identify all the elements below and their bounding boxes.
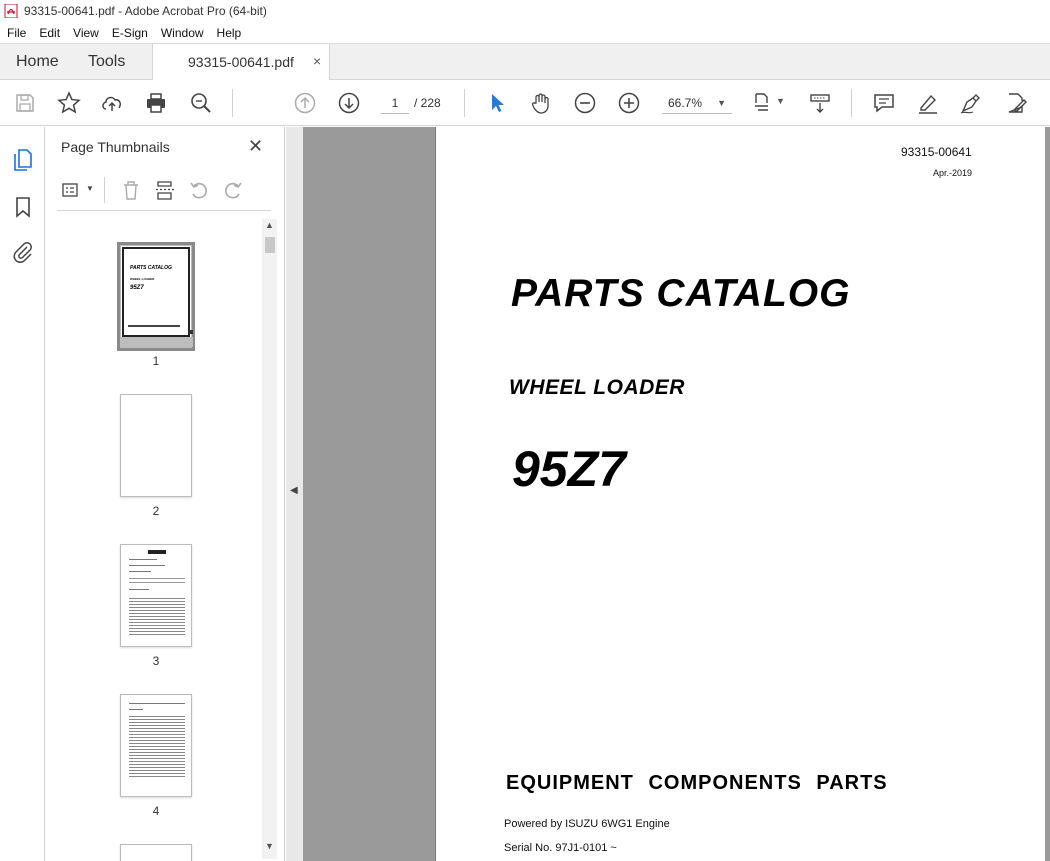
- menu-file[interactable]: File: [0, 26, 32, 40]
- attachment-paperclip-icon[interactable]: [11, 240, 35, 264]
- document-id: 93315-00641: [901, 145, 972, 159]
- chevron-down-icon[interactable]: ▼: [776, 96, 785, 106]
- zoom-search-icon[interactable]: [189, 91, 213, 115]
- next-page-icon[interactable]: [337, 91, 361, 115]
- tab-tools[interactable]: Tools: [88, 53, 125, 71]
- extract-pages-icon[interactable]: [154, 179, 176, 201]
- panel-collapse-handle[interactable]: ◀: [286, 127, 303, 861]
- document-page: 93315-00641 Apr.-2019 PARTS CATALOG WHEE…: [435, 127, 1045, 861]
- page-thumbnails-panel: Page Thumbnails ✕ ▼ PARTS CATALOG WHEEL …: [45, 127, 285, 861]
- thumbnail-page-3[interactable]: [120, 544, 192, 647]
- document-subtitle: WHEEL LOADER: [509, 376, 685, 399]
- thumbnail-title-text: PARTS CATALOG: [130, 265, 172, 271]
- thumbnail-options-icon[interactable]: [61, 179, 83, 201]
- chevron-left-icon[interactable]: ◀: [290, 485, 298, 496]
- comment-icon[interactable]: [872, 91, 896, 115]
- thumbnail-label: 1: [152, 354, 160, 368]
- edit-pdf-icon[interactable]: [1004, 91, 1028, 115]
- highlight-pen-icon[interactable]: [916, 91, 940, 115]
- thumbnail-model-text: 95Z7: [130, 285, 144, 291]
- page-number-input[interactable]: 1: [381, 92, 409, 114]
- scroll-up-icon[interactable]: ▲: [265, 220, 274, 230]
- menu-edit[interactable]: Edit: [32, 26, 66, 40]
- document-model: 95Z7: [512, 441, 626, 497]
- toolbar: 1 / 228 66.7% ▼ ▼: [0, 80, 1050, 126]
- print-icon[interactable]: [144, 91, 168, 115]
- fit-page-icon[interactable]: [752, 91, 776, 115]
- select-arrow-icon[interactable]: [486, 91, 510, 115]
- thumbnail-page-4[interactable]: [120, 694, 192, 797]
- toolbar-separator: [464, 89, 465, 117]
- chevron-down-icon[interactable]: ▼: [86, 184, 94, 193]
- delete-trash-icon[interactable]: [120, 179, 142, 201]
- acrobat-app-icon: [4, 4, 18, 18]
- tab-document-label: 93315-00641.pdf: [188, 54, 294, 70]
- hand-tool-icon[interactable]: [529, 91, 553, 115]
- title-bar: 93315-00641.pdf - Adobe Acrobat Pro (64-…: [0, 0, 1050, 22]
- scrollbar-thumb[interactable]: [265, 237, 275, 253]
- chevron-down-icon: ▼: [717, 98, 726, 108]
- thumbnail-label: 3: [152, 654, 160, 668]
- tab-document[interactable]: 93315-00641.pdf ×: [152, 44, 330, 81]
- tab-close-icon[interactable]: ×: [313, 53, 321, 69]
- thumbnail-page-1[interactable]: PARTS CATALOG WHEEL LOADER 95Z7: [117, 242, 195, 351]
- thumbnail-scrollbar[interactable]: ▲ ▼: [262, 219, 277, 859]
- menu-window[interactable]: Window: [154, 26, 210, 40]
- close-icon[interactable]: ✕: [248, 136, 263, 157]
- document-title: PARTS CATALOG: [511, 272, 851, 315]
- bookmark-icon[interactable]: [11, 195, 35, 219]
- page-total: / 228: [414, 96, 441, 110]
- zoom-in-icon[interactable]: [617, 91, 641, 115]
- save-icon[interactable]: [13, 91, 37, 115]
- thumbnail-subtitle-text: WHEEL LOADER: [130, 277, 155, 281]
- zoom-level-value: 66.7%: [668, 96, 703, 110]
- thumbnail-label: 4: [152, 804, 160, 818]
- upload-cloud-icon[interactable]: [100, 91, 124, 115]
- document-section: EQUIPMENT COMPONENTS PARTS: [506, 772, 888, 794]
- tab-home[interactable]: Home: [16, 53, 59, 71]
- thumbnail-toolbar: ▼: [57, 169, 271, 211]
- rotate-counterclockwise-icon[interactable]: [188, 179, 210, 201]
- document-viewport[interactable]: 93315-00641 Apr.-2019 PARTS CATALOG WHEE…: [303, 127, 1050, 861]
- star-icon[interactable]: [57, 91, 81, 115]
- navigation-rail: [0, 127, 45, 861]
- toolbar-separator: [851, 89, 852, 117]
- menu-help[interactable]: Help: [210, 26, 248, 40]
- page-thumbnails-icon[interactable]: [11, 148, 35, 172]
- panel-title: Page Thumbnails: [61, 139, 170, 155]
- sign-pen-icon[interactable]: [959, 91, 983, 115]
- zoom-level-select[interactable]: 66.7% ▼: [662, 92, 732, 114]
- window-title: 93315-00641.pdf - Adobe Acrobat Pro (64-…: [24, 4, 267, 18]
- menu-esign[interactable]: E-Sign: [105, 26, 154, 40]
- thumbnail-label: 2: [152, 504, 160, 518]
- toolbar-separator: [104, 177, 105, 203]
- document-powered-by: Powered by ISUZU 6WG1 Engine: [504, 818, 670, 830]
- previous-page-icon[interactable]: [293, 91, 317, 115]
- thumbnail-page-5[interactable]: [120, 844, 192, 861]
- document-serial: Serial No. 97J1-0101 ~: [504, 842, 617, 854]
- scrolling-mode-icon[interactable]: [808, 91, 832, 115]
- zoom-out-icon[interactable]: [573, 91, 597, 115]
- document-date: Apr.-2019: [933, 168, 973, 178]
- tab-bar: Home Tools 93315-00641.pdf ×: [0, 43, 1050, 81]
- toolbar-separator: [232, 89, 233, 117]
- menu-view[interactable]: View: [66, 26, 105, 40]
- scroll-down-icon[interactable]: ▼: [265, 841, 274, 851]
- thumbnail-page-2[interactable]: [120, 394, 192, 497]
- menu-bar: File Edit View E-Sign Window Help: [0, 22, 1050, 43]
- rotate-clockwise-icon[interactable]: [222, 179, 244, 201]
